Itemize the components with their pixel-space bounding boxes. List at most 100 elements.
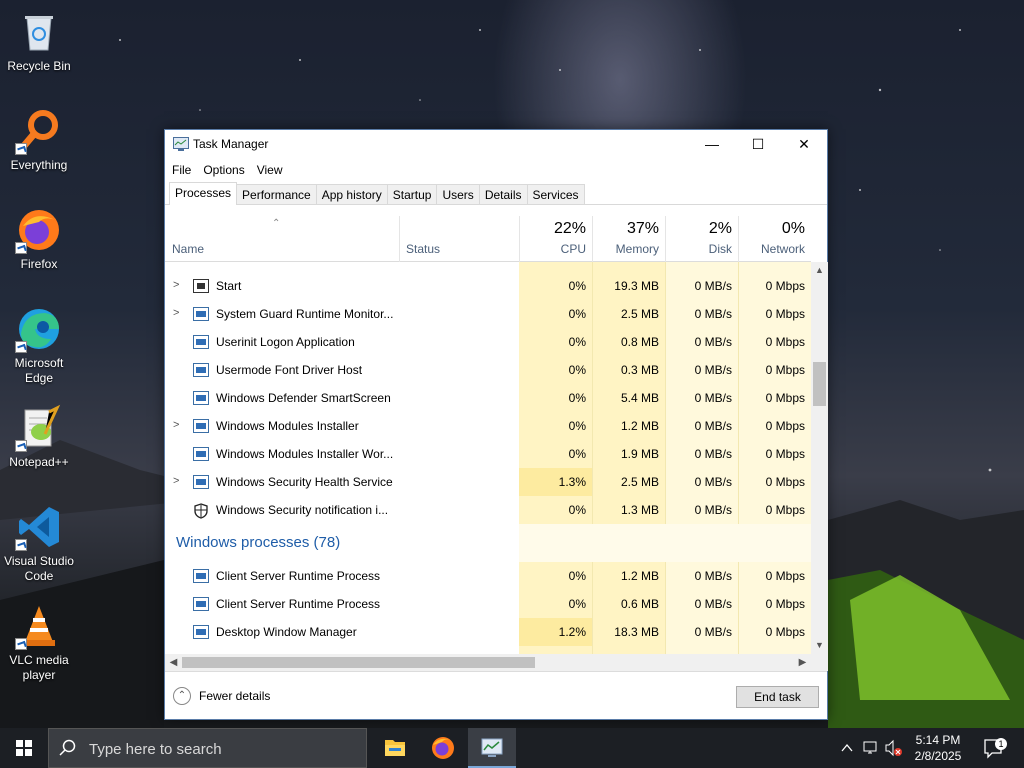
cpu-cell: 0% xyxy=(568,363,586,377)
minimize-button[interactable]: — xyxy=(689,130,735,158)
table-row[interactable]: Windows Defender SmartScreen 0% 5.4 MB 0… xyxy=(165,384,811,412)
taskbar-file-explorer[interactable] xyxy=(371,728,419,768)
table-row[interactable]: > Windows Modules Installer 0% 1.2 MB 0 … xyxy=(165,412,811,440)
desktop-icon-label: Firefox xyxy=(20,257,58,271)
process-icon xyxy=(193,363,209,377)
network-cell: 0 Mbps xyxy=(765,503,805,517)
table-row[interactable]: Usermode Font Driver Host 0% 0.3 MB 0 MB… xyxy=(165,356,811,384)
edge-icon xyxy=(15,305,63,353)
close-button[interactable]: ✕ xyxy=(781,130,827,158)
network-cell: 0 Mbps xyxy=(765,307,805,321)
disk-label: Disk xyxy=(708,242,732,256)
vlc-icon xyxy=(15,602,63,650)
memory-cell: 18.3 MB xyxy=(614,625,659,639)
scroll-up-icon[interactable]: ▲ xyxy=(811,262,828,279)
desktop-icon-label: VLC media player xyxy=(9,653,69,682)
table-row[interactable]: > Windows Security Health Service 1.3% 2… xyxy=(165,468,811,496)
sort-arrow-icon[interactable]: ⌃ xyxy=(272,218,280,229)
fewer-details-button[interactable]: ⌃ Fewer details xyxy=(173,687,270,705)
memory-cell: 0.3 MB xyxy=(620,363,659,377)
group-row-bg xyxy=(519,524,811,562)
network-cell: 0 Mbps xyxy=(765,625,805,639)
desktop-icon-label: Everything xyxy=(10,158,68,172)
tab-services[interactable]: Services xyxy=(526,184,585,205)
desktop-icon-everything[interactable]: Everything xyxy=(2,107,76,173)
desktop-icon-notepadpp[interactable]: Notepad++ xyxy=(2,404,76,470)
tab-app-history[interactable]: App history xyxy=(315,184,388,205)
tab-strip: Processes Performance App history Startu… xyxy=(169,182,585,205)
disk-cell: 0 MB/s xyxy=(694,475,732,489)
expand-chevron-icon[interactable]: > xyxy=(173,279,179,291)
column-status-header[interactable]: Status xyxy=(399,216,519,262)
desktop-icon-vlc[interactable]: VLC media player xyxy=(2,602,76,683)
scroll-right-icon[interactable]: ▶ xyxy=(794,654,811,671)
column-network[interactable]: 0% Network xyxy=(738,216,811,262)
cpu-cell: 1.3% xyxy=(558,475,586,489)
table-row[interactable]: Client Server Runtime Process 0% 1.2 MB … xyxy=(165,562,811,590)
table-row[interactable]: Windows Security notification i... 0% 1.… xyxy=(165,496,811,524)
table-row[interactable]: Client Server Runtime Process 0% 0.6 MB … xyxy=(165,590,811,618)
menu-options[interactable]: Options xyxy=(197,160,250,180)
process-name: Windows Security notification i... xyxy=(216,503,389,517)
table-row[interactable]: > Start 0% 19.3 MB 0 MB/s 0 Mbps xyxy=(165,272,811,300)
scroll-down-icon[interactable]: ▼ xyxy=(811,637,828,654)
memory-cell: 1.2 MB xyxy=(620,419,659,433)
desktop-icon-firefox[interactable]: Firefox xyxy=(2,206,76,272)
vertical-scrollbar[interactable]: ▲ ▼ xyxy=(811,262,828,654)
task-manager-window: Task Manager — ☐ ✕ File Options View Proce… xyxy=(164,129,828,720)
tab-users[interactable]: Users xyxy=(436,184,480,205)
process-name: Userinit Logon Application xyxy=(216,335,355,349)
horizontal-scrollbar[interactable]: ◀ ▶ xyxy=(165,654,811,671)
process-icon xyxy=(193,597,209,611)
desktop-icon-edge[interactable]: Microsoft Edge xyxy=(2,305,76,386)
scroll-corner xyxy=(811,654,828,671)
vertical-scroll-thumb[interactable] xyxy=(813,362,826,406)
taskbar-firefox[interactable] xyxy=(419,728,467,768)
column-memory[interactable]: 37% Memory xyxy=(592,216,665,262)
desktop-icon-vscode[interactable]: Visual Studio Code xyxy=(2,503,76,584)
end-task-button[interactable]: End task xyxy=(736,686,819,708)
network-cell: 0 Mbps xyxy=(765,363,805,377)
memory-cell: 2.5 MB xyxy=(620,307,659,321)
table-row[interactable]: Userinit Logon Application 0% 0.8 MB 0 M… xyxy=(165,328,811,356)
expand-chevron-icon[interactable]: > xyxy=(173,475,179,487)
tab-processes[interactable]: Processes xyxy=(169,182,238,205)
start-button[interactable] xyxy=(0,728,48,768)
process-name: Start xyxy=(216,279,242,293)
group-header-windows-processes[interactable]: Windows processes (78) xyxy=(176,534,340,551)
taskbar-task-manager[interactable] xyxy=(468,728,516,768)
disk-cell: 0 MB/s xyxy=(694,307,732,321)
network-icon[interactable] xyxy=(862,728,880,768)
table-row[interactable]: > System Guard Runtime Monitor... 0% 2.5… xyxy=(165,300,811,328)
taskbar-clock[interactable]: 5:14 PM 2/8/2025 xyxy=(905,732,971,764)
menu-view[interactable]: View xyxy=(251,160,289,180)
column-cpu[interactable]: 22% CPU xyxy=(519,216,592,262)
expand-chevron-icon[interactable]: > xyxy=(173,419,179,431)
title-bar[interactable]: Task Manager — ☐ ✕ xyxy=(165,130,827,158)
desktop-icon-recycle-bin[interactable]: Recycle Bin xyxy=(2,8,76,74)
process-icon xyxy=(193,307,209,321)
taskbar-search[interactable]: Type here to search xyxy=(48,728,367,768)
menu-bar: File Options View xyxy=(166,160,289,180)
table-row[interactable]: Desktop Window Manager 1.2% 18.3 MB 0 MB… xyxy=(165,618,811,646)
horizontal-scroll-thumb[interactable] xyxy=(182,657,535,668)
memory-cell: 19.3 MB xyxy=(614,279,659,293)
volume-muted-icon[interactable] xyxy=(884,728,904,768)
network-cell: 0 Mbps xyxy=(765,391,805,405)
cpu-cell: 0% xyxy=(568,503,586,517)
menu-file[interactable]: File xyxy=(166,160,197,180)
network-cell: 0 Mbps xyxy=(765,279,805,293)
scroll-left-icon[interactable]: ◀ xyxy=(165,654,182,671)
chevron-up-icon: ⌃ xyxy=(173,687,191,705)
table-row[interactable]: Windows Modules Installer Wor... 0% 1.9 … xyxy=(165,440,811,468)
tab-performance[interactable]: Performance xyxy=(236,184,317,205)
maximize-button[interactable]: ☐ xyxy=(735,130,781,158)
column-disk[interactable]: 2% Disk xyxy=(665,216,738,262)
disk-cell: 0 MB/s xyxy=(694,391,732,405)
tab-details[interactable]: Details xyxy=(478,184,528,205)
tab-startup[interactable]: Startup xyxy=(386,184,438,205)
column-name[interactable]: Name xyxy=(172,242,204,256)
notification-center-icon[interactable]: 1 xyxy=(982,728,1007,768)
expand-chevron-icon[interactable]: > xyxy=(173,307,179,319)
show-hidden-icons-chevron-icon[interactable] xyxy=(840,728,854,768)
